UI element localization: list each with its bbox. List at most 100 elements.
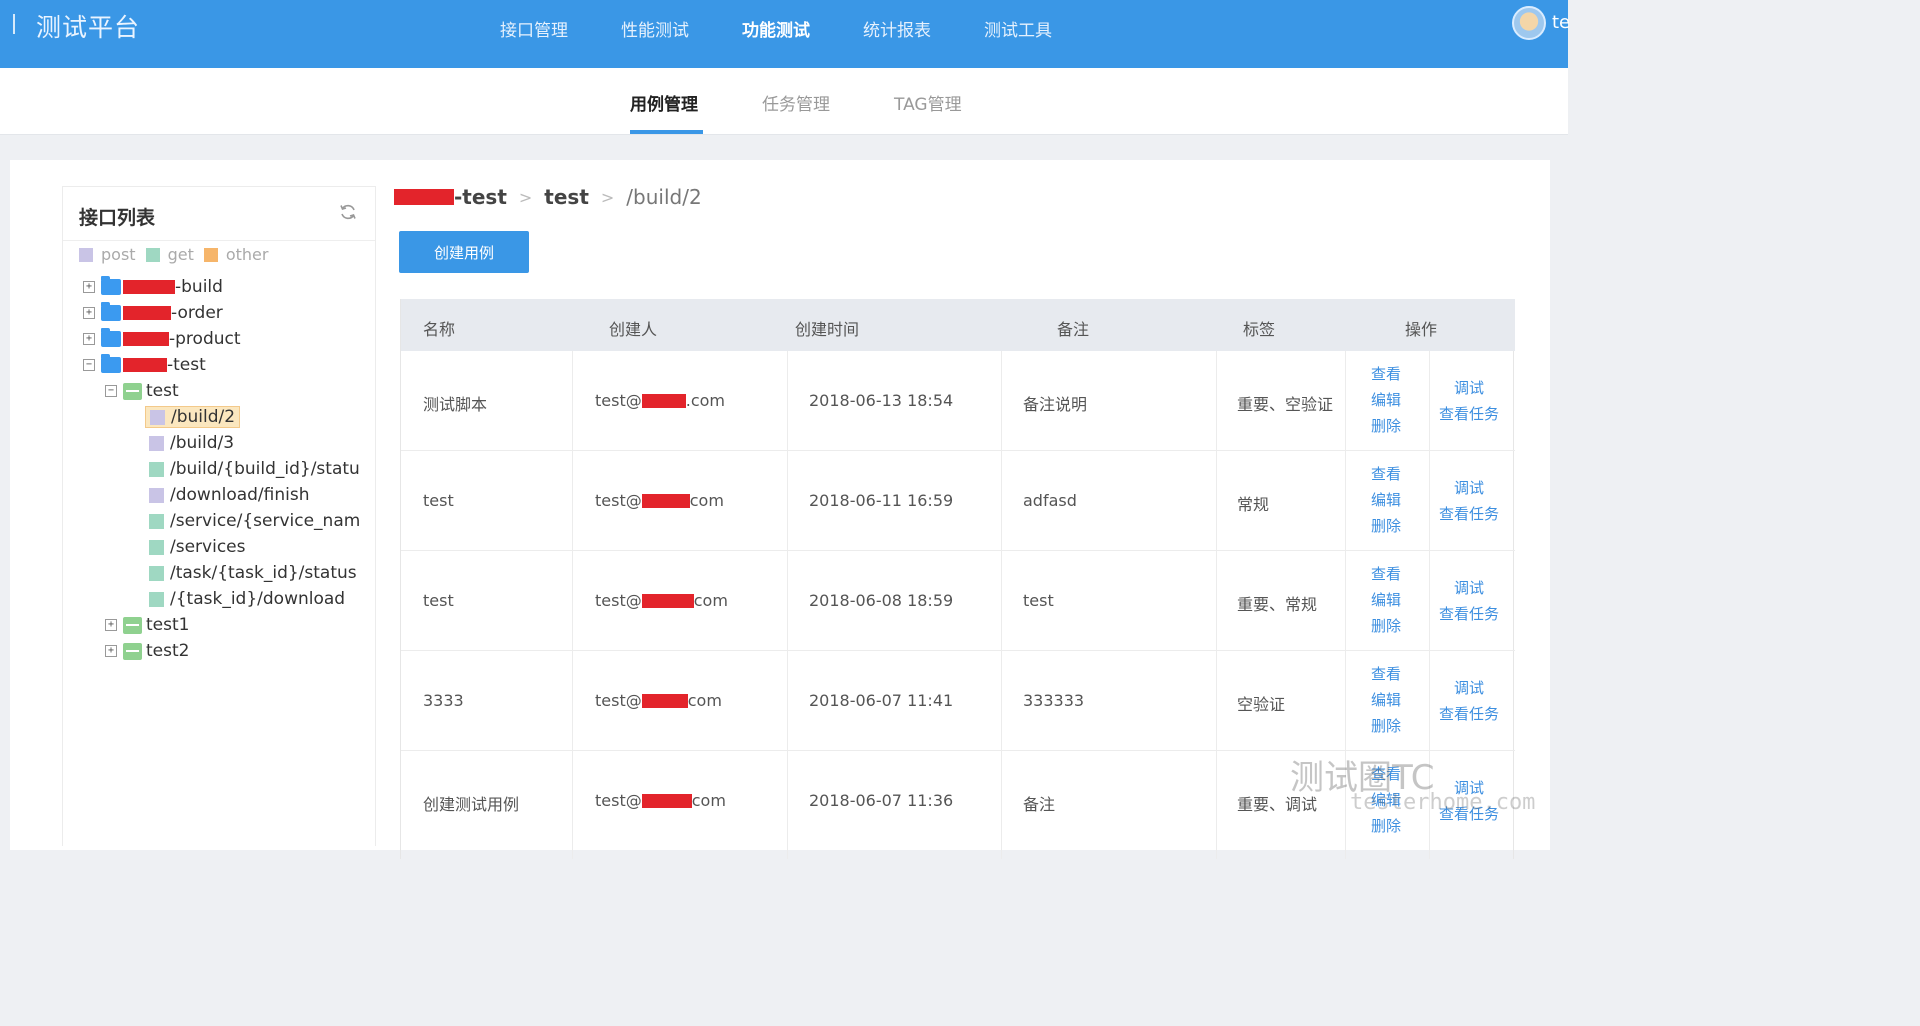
view-tasks-link[interactable]: 查看任务 (1439, 601, 1499, 627)
redacted-text (641, 693, 688, 708)
delete-link[interactable]: 删除 (1371, 613, 1401, 639)
title-divider (13, 14, 15, 34)
view-link[interactable]: 查看 (1371, 561, 1401, 587)
tree-node-test-service[interactable]: − -test (81, 353, 206, 377)
view-link[interactable]: 查看 (1371, 461, 1401, 487)
tree-leaf[interactable]: /task/{task_id}/status (149, 561, 357, 585)
cell-note: 备注说明 (1023, 395, 1088, 414)
group-icon (123, 616, 142, 634)
avatar[interactable] (1512, 6, 1546, 40)
redacted-text (123, 332, 169, 346)
cell-note: adfasd (1023, 491, 1077, 510)
nav-functional-test[interactable]: 功能测试 (742, 16, 810, 41)
tree-leaf[interactable]: /build/{build_id}/statu (149, 457, 360, 481)
tab-tag-management[interactable]: TAG管理 (894, 90, 962, 115)
delete-link[interactable]: 删除 (1371, 713, 1401, 739)
cell-tags: 常规 (1237, 495, 1270, 514)
tree-leaf[interactable]: /{task_id}/download (149, 587, 345, 611)
get-method-icon (149, 461, 164, 477)
tree-leaf[interactable]: /services (149, 535, 245, 559)
breadcrumb-service[interactable]: -test (454, 185, 507, 209)
cell-creator: test@ com (595, 591, 728, 610)
cell-created-time: 2018-06-13 18:54 (809, 391, 954, 410)
sub-tabs: 用例管理 任务管理 TAG管理 (0, 68, 1568, 135)
delete-link[interactable]: 删除 (1371, 513, 1401, 539)
tree-group-test[interactable]: − test (103, 379, 179, 403)
column-header-name: 名称 (423, 320, 456, 339)
cell-actions-secondary: 调试 查看任务 (1439, 375, 1499, 427)
debug-link[interactable]: 调试 (1439, 675, 1499, 701)
create-case-button[interactable]: 创建用例 (399, 231, 529, 273)
tree-leaf-label: /build/2 (171, 407, 236, 427)
cell-name: 创建测试用例 (423, 795, 520, 814)
tree-leaf-label: /{task_id}/download (170, 589, 346, 609)
column-header-creator: 创建人 (609, 320, 658, 339)
refresh-icon[interactable] (339, 203, 357, 221)
tree-leaf[interactable]: /download/finish (149, 483, 310, 507)
view-tasks-link[interactable]: 查看任务 (1439, 501, 1499, 527)
tab-task-management[interactable]: 任务管理 (762, 90, 830, 115)
cell-created-time: 2018-06-08 18:59 (809, 591, 954, 610)
tree-leaf-label: /task/{task_id}/status (170, 563, 357, 583)
edit-link[interactable]: 编辑 (1371, 687, 1401, 713)
folder-icon (101, 354, 121, 373)
main-nav: 接口管理 性能测试 功能测试 统计报表 测试工具 (500, 16, 1105, 41)
tree-node-build[interactable]: + -build (81, 275, 223, 299)
folder-icon (101, 276, 121, 295)
expand-toggle-icon[interactable]: + (83, 281, 95, 293)
tree-node-product[interactable]: + -product (81, 327, 241, 351)
tree-leaf[interactable]: /service/{service_nam (149, 509, 360, 533)
tree-group-label: test1 (146, 615, 190, 635)
table-row: 测试脚本 test@ .com 2018-06-13 18:54 备注说明 重要、… (401, 351, 1515, 451)
cell-name: test (423, 491, 454, 510)
tree-node-order[interactable]: + -order (81, 301, 223, 325)
top-navbar: 测试平台 接口管理 性能测试 功能测试 统计报表 测试工具 te (0, 0, 1570, 68)
edit-link[interactable]: 编辑 (1371, 387, 1401, 413)
debug-link[interactable]: 调试 (1439, 475, 1499, 501)
collapse-toggle-icon[interactable]: − (105, 385, 117, 397)
edit-link[interactable]: 编辑 (1371, 487, 1401, 513)
api-list-sidebar: 接口列表 post get other + -build + -order + … (62, 186, 376, 846)
breadcrumb-group[interactable]: test (544, 185, 589, 209)
tree-group-test2[interactable]: + test2 (103, 639, 189, 663)
nav-statistics[interactable]: 统计报表 (863, 16, 931, 41)
group-icon (123, 642, 142, 660)
creator-suffix: com (691, 791, 726, 810)
nav-performance-test[interactable]: 性能测试 (621, 16, 689, 41)
view-tasks-link[interactable]: 查看任务 (1439, 401, 1499, 427)
redacted-text (641, 493, 690, 508)
debug-link[interactable]: 调试 (1439, 375, 1499, 401)
folder-icon (101, 302, 121, 321)
expand-toggle-icon[interactable]: + (105, 619, 117, 631)
nav-test-tools[interactable]: 测试工具 (984, 16, 1052, 41)
tree-node-label: -build (175, 277, 223, 297)
tree-leaf[interactable]: /build/3 (149, 431, 234, 455)
edit-link[interactable]: 编辑 (1371, 587, 1401, 613)
delete-link[interactable]: 删除 (1371, 413, 1401, 439)
expand-toggle-icon[interactable]: + (105, 645, 117, 657)
user-name[interactable]: te (1552, 12, 1570, 33)
debug-link[interactable]: 调试 (1439, 575, 1499, 601)
creator-prefix: test@ (595, 691, 642, 710)
cell-actions-primary: 查看 编辑 删除 (1371, 661, 1401, 739)
app-title: 测试平台 (36, 13, 141, 42)
legend-swatch-get (145, 247, 160, 262)
expand-toggle-icon[interactable]: + (83, 333, 95, 345)
breadcrumb-separator: > (518, 187, 533, 207)
collapse-toggle-icon[interactable]: − (83, 359, 95, 371)
view-tasks-link[interactable]: 查看任务 (1439, 701, 1499, 727)
tree-leaf[interactable]: /build/2 (145, 405, 241, 429)
tab-case-management[interactable]: 用例管理 (630, 90, 698, 115)
expand-toggle-icon[interactable]: + (83, 307, 95, 319)
delete-link[interactable]: 删除 (1371, 813, 1401, 839)
tree-group-test1[interactable]: + test1 (103, 613, 189, 637)
tree-group-label: test (146, 381, 179, 401)
legend-label-get: get (167, 245, 194, 264)
view-link[interactable]: 查看 (1371, 361, 1401, 387)
nav-api-management[interactable]: 接口管理 (500, 16, 568, 41)
get-method-icon (149, 565, 164, 581)
selected-api-highlight[interactable]: /build/2 (145, 406, 241, 428)
creator-suffix: .com (685, 391, 725, 410)
view-link[interactable]: 查看 (1371, 661, 1401, 687)
sidebar-divider (63, 240, 375, 241)
